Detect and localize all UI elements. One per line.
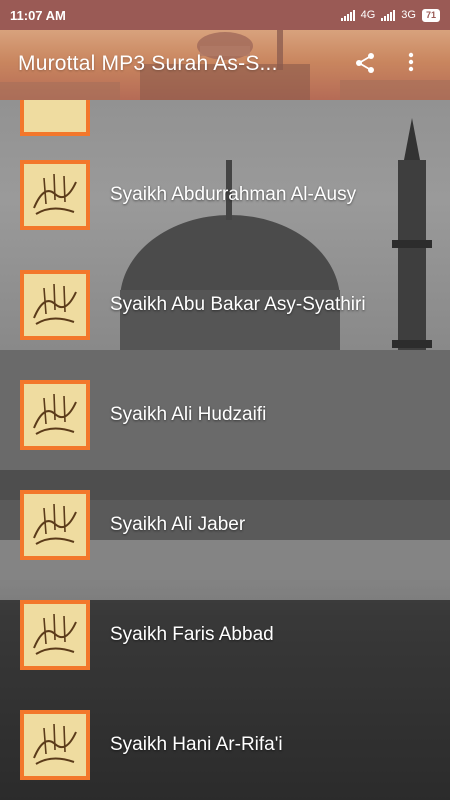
- app-toolbar: Murottal MP3 Surah As-S...: [0, 30, 450, 100]
- list-item-label: Syaikh Hani Ar-Rifa'i: [110, 734, 283, 755]
- signal-icon-2: [381, 9, 396, 21]
- list-item[interactable]: Syaikh Ali Jaber: [0, 470, 450, 580]
- more-options-button[interactable]: [408, 52, 438, 82]
- list-item-label: Syaikh Faris Abbad: [110, 624, 274, 645]
- list-item-label: Syaikh Abu Bakar Asy-Syathiri: [110, 294, 366, 315]
- reciter-list: Syaikh Abdurrahman Al-Ausy Syaikh Abu Ba…: [0, 100, 450, 800]
- list-item[interactable]: Syaikh Abu Bakar Asy-Syathiri: [0, 250, 450, 360]
- calligraphy-thumbnail: [20, 160, 90, 230]
- list-item-label: Syaikh Ali Jaber: [110, 514, 246, 535]
- network-label-3g: 3G: [401, 9, 416, 21]
- status-time: 11:07 AM: [10, 7, 66, 23]
- app-title: Murottal MP3 Surah As-S...: [18, 52, 278, 75]
- calligraphy-thumbnail: [20, 600, 90, 670]
- calligraphy-thumbnail: [20, 380, 90, 450]
- list-item[interactable]: Syaikh Abdurrahman Al-Ausy: [0, 140, 450, 250]
- calligraphy-thumbnail: [20, 710, 90, 780]
- list-item[interactable]: Syaikh Ali Hudzaifi: [0, 360, 450, 470]
- battery-icon: 71: [421, 8, 440, 22]
- list-item-label: Syaikh Ali Hudzaifi: [110, 404, 267, 425]
- signal-icon: [340, 9, 355, 21]
- list-item[interactable]: Syaikh Hani Ar-Rifa'i: [0, 690, 450, 800]
- list-item-label: Syaikh Abdurrahman Al-Ausy: [110, 184, 357, 205]
- calligraphy-thumbnail: [20, 490, 90, 560]
- network-label-4g: 4G: [360, 9, 376, 21]
- status-bar: 11:07 AM 4G 3G 71: [0, 0, 450, 30]
- calligraphy-thumbnail: [20, 100, 90, 136]
- share-button[interactable]: [354, 52, 384, 82]
- list-item[interactable]: Syaikh Faris Abbad: [0, 580, 450, 690]
- status-icons: 4G 3G 71: [340, 8, 440, 22]
- calligraphy-thumbnail: [20, 270, 90, 340]
